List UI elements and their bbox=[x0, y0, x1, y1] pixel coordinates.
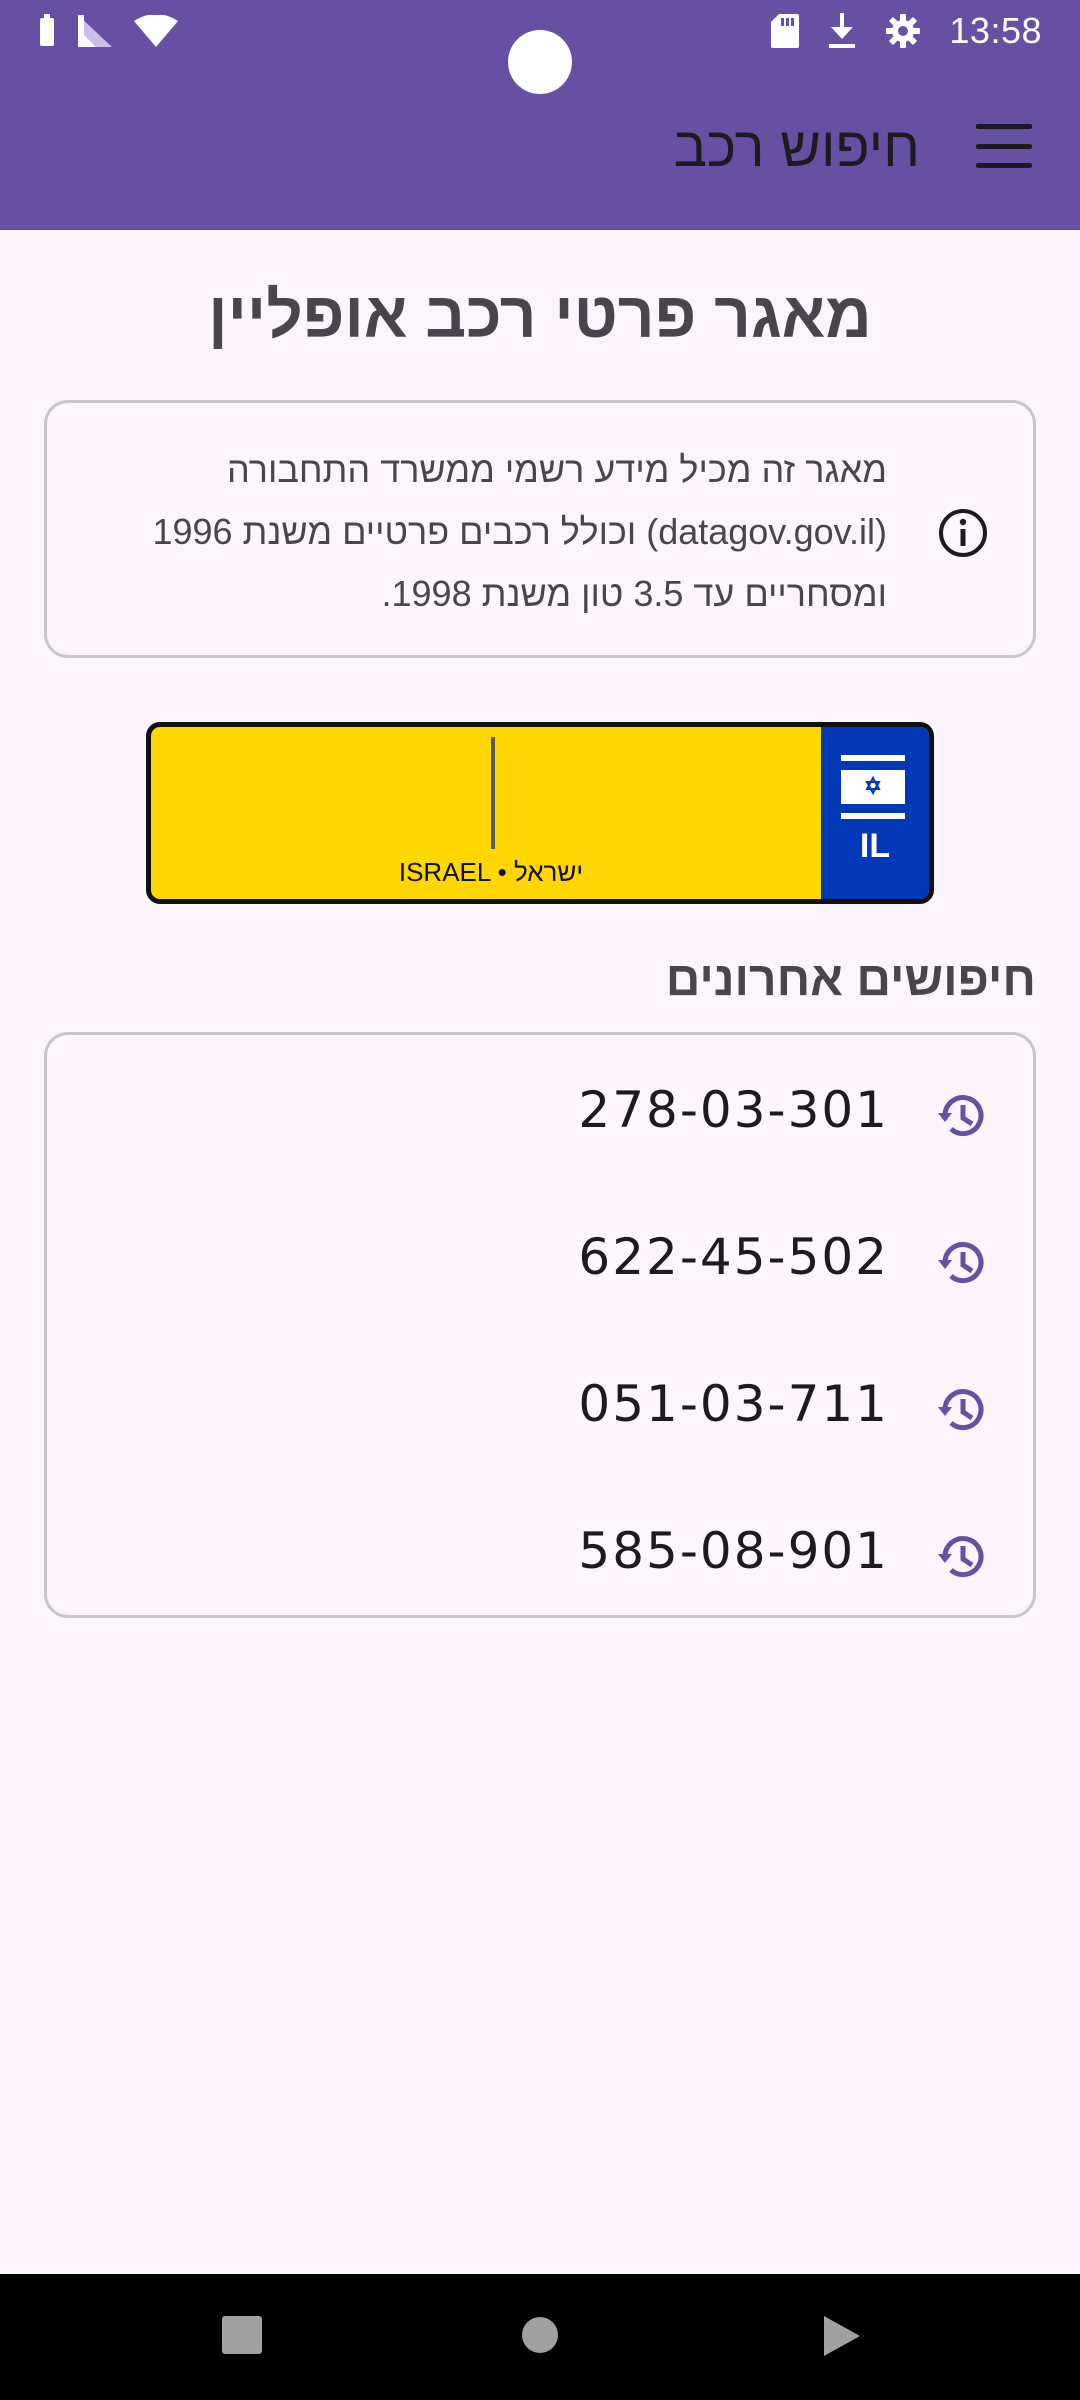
plate-caption: ISRAEL • ישראל bbox=[398, 857, 584, 887]
hamburger-menu-icon[interactable] bbox=[976, 124, 1032, 168]
license-plate-input[interactable]: ISRAEL • ישראל IL bbox=[146, 722, 934, 904]
status-left-icons bbox=[38, 14, 178, 48]
recents-square-icon[interactable] bbox=[222, 2314, 262, 2356]
download-icon bbox=[829, 13, 856, 48]
info-icon bbox=[939, 509, 987, 557]
recent-plate-number: 585-08-901 bbox=[578, 1522, 889, 1580]
recent-plate-number: 051-03-711 bbox=[578, 1375, 889, 1433]
info-card: מאגר זה מכיל מידע רשמי ממשרד התחבורה (da… bbox=[44, 400, 1036, 658]
back-triangle-icon[interactable] bbox=[822, 2314, 862, 2358]
status-bar: 13:58 bbox=[0, 0, 1080, 94]
recent-searches-heading: חיפושים אחרונים bbox=[665, 953, 1036, 1006]
recent-search-item[interactable]: 585-08-901 bbox=[47, 1496, 1033, 1616]
status-clock: 13:58 bbox=[949, 10, 1042, 51]
history-icon bbox=[938, 1095, 984, 1137]
signal-icon bbox=[78, 15, 112, 47]
wifi-icon bbox=[134, 15, 178, 47]
history-icon bbox=[938, 1242, 984, 1284]
recent-plate-number: 278-03-301 bbox=[578, 1081, 889, 1139]
recent-search-item[interactable]: 051-03-711 bbox=[47, 1349, 1033, 1469]
settings-icon bbox=[886, 14, 921, 48]
recent-plate-number: 622-45-502 bbox=[578, 1228, 889, 1286]
system-nav-bar bbox=[0, 2274, 1080, 2400]
recent-search-item[interactable]: 622-45-502 bbox=[47, 1202, 1033, 1322]
home-circle-icon[interactable] bbox=[520, 2314, 560, 2356]
info-text: מאגר זה מכיל מידע רשמי ממשרד התחבורה (da… bbox=[107, 439, 887, 625]
plate-country-band: IL bbox=[821, 727, 929, 899]
recent-search-item[interactable]: 278-03-301 bbox=[47, 1055, 1033, 1175]
text-cursor bbox=[491, 737, 495, 849]
history-icon bbox=[938, 1389, 984, 1431]
front-camera bbox=[508, 30, 572, 94]
app-bar: 13:58 חיפוש רכב bbox=[0, 0, 1080, 230]
history-icon bbox=[938, 1536, 984, 1578]
toolbar-title: חיפוש רכב bbox=[673, 115, 920, 178]
status-right-icons: 13:58 bbox=[771, 10, 1042, 52]
sd-card-icon bbox=[771, 14, 800, 48]
page-title: מאגר פרטי רכב אופליין bbox=[208, 279, 872, 351]
plate-country-code: IL bbox=[859, 827, 891, 865]
battery-icon bbox=[40, 14, 54, 46]
info-line: ומסחריים עד 3.5 טון משנת 1998. bbox=[381, 573, 888, 614]
israel-flag-icon bbox=[841, 755, 905, 819]
info-line: מאגר זה מכיל מידע רשמי ממשרד התחבורה bbox=[227, 449, 887, 490]
info-line: (datagov.gov.il) וכולל רכבים פרטיים משנת… bbox=[152, 511, 887, 552]
recent-searches-card: 278-03-301 622-45-502 051-03-711 585-08-… bbox=[44, 1032, 1036, 1618]
